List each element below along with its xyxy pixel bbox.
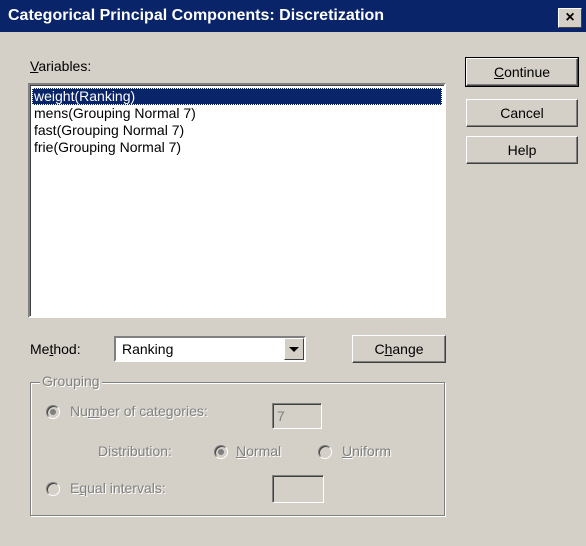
window-title: Categorical Principal Components: Discre… <box>8 7 385 24</box>
list-item[interactable]: weight(Ranking) <box>32 88 442 105</box>
normal-label: Normal <box>236 443 282 459</box>
uniform-label: Uniform <box>342 443 392 459</box>
list-item[interactable]: mens(Grouping Normal 7) <box>32 105 442 122</box>
continue-button[interactable]: Continue <box>465 57 579 87</box>
chevron-down-icon <box>289 346 299 352</box>
grouping-legend: Grouping <box>40 373 102 389</box>
help-button[interactable]: Help <box>466 136 578 164</box>
dropdown-button[interactable] <box>284 338 304 360</box>
close-icon: × <box>565 9 575 26</box>
change-button[interactable]: Ch ange <box>352 335 446 363</box>
method-select[interactable]: Ranking <box>114 336 306 362</box>
uniform-radio[interactable] <box>318 445 332 459</box>
variables-label: Variables: <box>30 58 92 74</box>
cancel-button[interactable]: Cancel <box>466 99 578 127</box>
number-of-categories-input[interactable]: 7 <box>272 403 322 429</box>
title-bar: Categorical Principal Components: Discre… <box>0 0 586 32</box>
number-of-categories-radio[interactable] <box>46 405 60 419</box>
list-item[interactable]: frie(Grouping Normal 7) <box>32 139 442 156</box>
equal-intervals-radio[interactable] <box>46 482 60 496</box>
list-item[interactable]: fast(Grouping Normal 7) <box>32 122 442 139</box>
method-select-value: Ranking <box>122 341 174 357</box>
equal-intervals-label: Equal intervals: <box>70 480 166 496</box>
distribution-label: Distribution: <box>98 443 172 459</box>
method-label: Method: <box>30 341 81 357</box>
variables-listbox[interactable]: weight(Ranking) mens(Grouping Normal 7) … <box>28 83 446 318</box>
close-button[interactable]: × <box>558 8 582 28</box>
number-of-categories-label: Number of categories: <box>70 403 208 419</box>
normal-radio[interactable] <box>214 445 228 459</box>
equal-intervals-input[interactable] <box>272 475 324 503</box>
